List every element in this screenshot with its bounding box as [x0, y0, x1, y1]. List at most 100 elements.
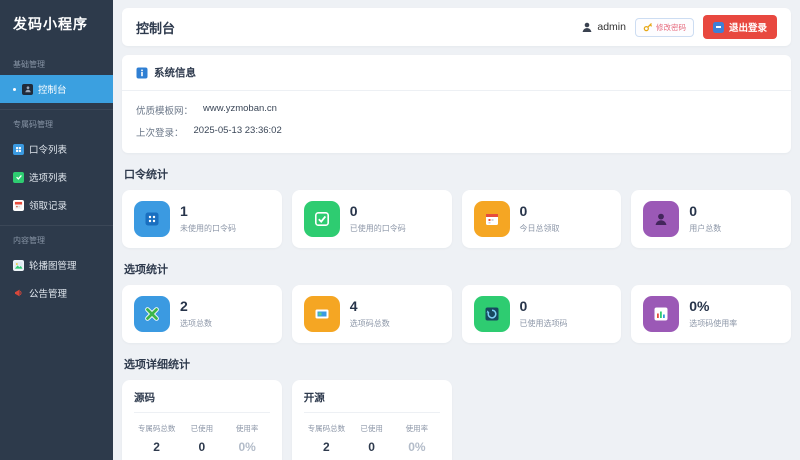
user-icon	[643, 201, 680, 237]
info-row-site: 优质模板网： www.yzmoban.cn	[136, 99, 777, 121]
page-title: 控制台	[136, 20, 176, 36]
carousel-icon	[13, 259, 24, 271]
sidebar-group-content: 内容管理 轮播图管理 公告管理	[0, 226, 113, 313]
change-password-label: 修改密码	[655, 22, 686, 32]
sidebar-item-announcements[interactable]: 公告管理	[0, 279, 113, 307]
puzzle-icon	[134, 296, 170, 332]
user-avatar-icon	[582, 22, 592, 32]
console-icon	[22, 83, 33, 95]
detail-card-source: 源码 专属码总数 2 已使用 0 使用率 0%	[122, 380, 282, 460]
sidebar-item-console[interactable]: 控制台	[0, 75, 113, 103]
stat-label: 选项码总数	[349, 319, 390, 329]
refresh-icon	[473, 296, 510, 332]
stat-label: 未使用的口令码	[180, 224, 236, 234]
bar-chart-icon	[643, 296, 680, 332]
stat-label: 选项码使用率	[689, 319, 738, 329]
stat-card-used-option-codes: 0 已使用选项码	[461, 285, 622, 343]
detail-used-value: 0	[368, 440, 375, 454]
section-title-detail-stats: 选项详细统计	[124, 359, 190, 371]
sidebar-item-records[interactable]: 领取记录	[0, 191, 113, 219]
detail-col-header: 专属码总数	[137, 424, 176, 433]
password-stats-row: 1 未使用的口令码 0 已使用的口令码 0 今日总领取 0 用户总数	[122, 190, 791, 248]
stat-label: 选项总数	[180, 319, 212, 329]
calendar-icon	[473, 201, 510, 237]
stat-value: 0	[689, 202, 698, 219]
check-square-icon	[303, 201, 340, 237]
stat-label: 已使用的口令码	[349, 224, 406, 234]
detail-col-header: 专属码总数	[307, 424, 346, 433]
top-bar: 控制台 admin 修改密码 退出登录	[122, 8, 791, 46]
stat-card-used-codes: 0 已使用的口令码	[291, 190, 452, 248]
sidebar-section-label: 基础管理	[13, 60, 45, 69]
username: admin	[597, 21, 626, 33]
info-value: www.yzmoban.cn	[203, 103, 277, 114]
detail-total-value: 2	[323, 440, 330, 454]
sidebar-item-label: 公告管理	[29, 289, 68, 300]
detail-total-value: 2	[153, 440, 160, 454]
top-bar-actions: admin 修改密码 退出登录	[581, 15, 777, 39]
stat-label: 今日总领取	[519, 224, 560, 234]
sidebar-section-label: 内容管理	[13, 236, 45, 245]
sidebar: 发码小程序 基础管理 控制台 专属码管理 口令列表 选项列表 领取记录 内容管理…	[0, 0, 113, 460]
app-title: 发码小程序	[13, 16, 88, 32]
option-stats-row: 2 选项总数 4 选项码总数 0 已使用选项码 0% 选项码使用率	[122, 285, 791, 343]
sidebar-item-label: 选项列表	[29, 173, 68, 184]
stat-card-total-users: 0 用户总数	[631, 190, 791, 248]
announcement-icon	[13, 288, 24, 299]
record-icon	[13, 199, 24, 211]
detail-card-opensource: 开源 专属码总数 2 已使用 0 使用率 0%	[291, 380, 452, 460]
info-row-last-login: 上次登录： 2025-05-13 23:36:02	[136, 121, 777, 143]
detail-col-header: 已使用	[190, 424, 214, 433]
detail-col-header: 已使用	[360, 424, 383, 433]
section-title-option-stats: 选项统计	[124, 264, 168, 276]
sidebar-section-label: 专属码管理	[13, 120, 53, 129]
detail-card-title: 开源	[303, 390, 440, 413]
sidebar-item-password-list[interactable]: 口令列表	[0, 135, 113, 163]
info-value: 2025-05-13 23:36:02	[193, 125, 282, 136]
info-label: 上次登录：	[136, 128, 184, 139]
stat-card-total-option-codes: 4 选项码总数	[291, 285, 452, 343]
sidebar-item-label: 控制台	[38, 85, 67, 96]
sidebar-item-carousel[interactable]: 轮播图管理	[0, 251, 113, 279]
sidebar-group-basic: 基础管理 控制台	[0, 50, 113, 110]
stat-value: 2	[180, 297, 188, 314]
logout-icon	[712, 21, 724, 33]
system-info-body: 优质模板网： www.yzmoban.cn 上次登录： 2025-05-13 2…	[122, 91, 791, 153]
stat-card-option-usage-rate: 0% 选项码使用率	[631, 285, 791, 343]
sidebar-item-option-list[interactable]: 选项列表	[0, 163, 113, 191]
stat-card-total-options: 2 选项总数	[122, 285, 282, 343]
stat-value: 0	[349, 202, 358, 219]
system-info-card: 系统信息 优质模板网： www.yzmoban.cn 上次登录： 2025-05…	[122, 55, 791, 153]
main-content: 控制台 admin 修改密码 退出登录 系统信息 优质模板网： www.yzmo…	[113, 0, 800, 460]
detail-rate-value: 0%	[238, 440, 256, 454]
sidebar-item-label: 领取记录	[29, 201, 68, 212]
sidebar-item-label: 口令列表	[29, 145, 68, 156]
detail-col-header: 使用率	[405, 424, 429, 433]
stat-value: 0	[519, 202, 528, 219]
info-icon	[136, 67, 148, 78]
stat-label: 用户总数	[689, 224, 722, 234]
detail-stats-row: 源码 专属码总数 2 已使用 0 使用率 0% 开源 专属码总数 2 已使用 0…	[122, 380, 791, 460]
logout-button[interactable]: 退出登录	[702, 15, 777, 39]
keypad-icon	[134, 201, 170, 237]
detail-used-value: 0	[198, 440, 206, 454]
stat-value: 1	[180, 202, 188, 219]
key-icon	[643, 23, 653, 32]
sidebar-group-codes: 专属码管理 口令列表 选项列表 领取记录	[0, 110, 113, 226]
detail-col-header: 使用率	[235, 424, 259, 433]
system-info-title: 系统信息	[154, 67, 196, 79]
active-dot	[13, 87, 16, 91]
app-window: 发码小程序 基础管理 控制台 专属码管理 口令列表 选项列表 领取记录 内容管理…	[0, 0, 800, 460]
logout-label: 退出登录	[728, 23, 767, 34]
current-user: admin	[581, 21, 626, 33]
password-list-icon	[13, 143, 24, 155]
change-password-button[interactable]: 修改密码	[634, 17, 694, 37]
detail-card-title: 源码	[134, 390, 270, 413]
stat-value: 4	[349, 297, 358, 314]
stat-label: 已使用选项码	[519, 319, 568, 329]
section-title-password-stats: 口令统计	[124, 169, 168, 181]
info-label: 优质模板网：	[136, 106, 194, 117]
sidebar-item-label: 轮播图管理	[29, 261, 77, 272]
stat-value: 0%	[689, 297, 710, 314]
stat-value: 0	[519, 297, 528, 314]
